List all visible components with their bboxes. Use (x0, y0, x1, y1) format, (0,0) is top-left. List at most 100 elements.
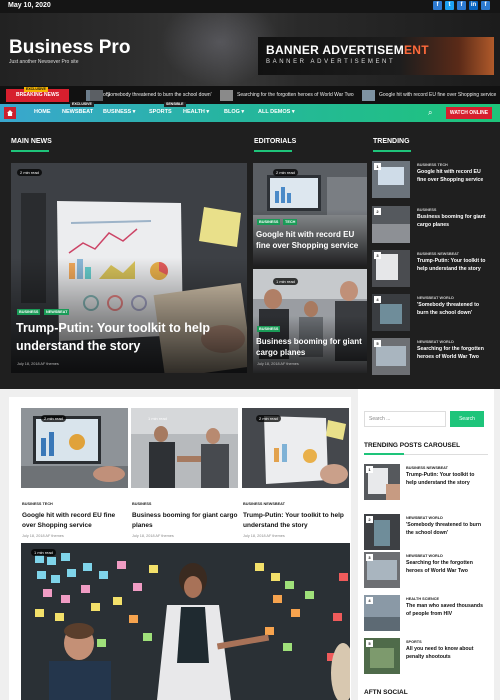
read-time-badge: 2 min read (256, 415, 281, 422)
post-meta: July 18, 2018 AF themes (22, 534, 64, 538)
nav-blog[interactable]: BLOG ▾ (224, 109, 244, 115)
post-meta: July 18, 2018 AF themes (243, 534, 285, 538)
content-area: 2 min read BUSINESS TECH Google hit with… (0, 389, 500, 700)
facebook-icon[interactable]: f (457, 1, 466, 10)
exclusive-badge: EXCLUSIVE (24, 87, 48, 92)
trending-headline[interactable]: Trump-Putin: Your toolkit to help unders… (417, 257, 490, 273)
banner-advertisement[interactable]: BANNER ADVERTISEMENT BANNER ADVERTISEMEN… (258, 37, 494, 75)
category-tag[interactable]: NEWSBEAT (44, 309, 70, 315)
trending-number: 4 (374, 296, 381, 303)
category-tag[interactable]: NEWSBEAT WORLD (417, 296, 454, 300)
breaking-thumbnail (220, 90, 233, 101)
trending-number: 5 (374, 340, 381, 347)
carousel-item[interactable]: 2 NEWSBEAT WORLD 'Somebody threatened to… (364, 514, 488, 554)
carousel-item[interactable]: 5 SPORTS All you need to know about pena… (364, 638, 488, 678)
category-tag[interactable]: BUSINESS (257, 219, 281, 225)
category-tag[interactable]: HEALTH SCIENCE (406, 597, 439, 601)
editorial-headline[interactable]: Business booming for giant cargo planes (256, 336, 366, 358)
breaking-item[interactable]: 'Somebody threatened to burn the school … (104, 90, 214, 101)
watch-online-button[interactable]: WATCH ONLINE (446, 107, 492, 119)
site-tagline: Just another Newsever Pro site (9, 59, 79, 65)
category-tag[interactable]: BUSINESS (132, 502, 151, 506)
carousel-number: 5 (366, 640, 373, 647)
carousel-number: 3 (366, 554, 373, 561)
read-time-badge: 1 min read (148, 416, 167, 421)
trending-headline[interactable]: Google hit with record EU fine over Shop… (417, 168, 490, 184)
category-tag[interactable]: BUSINESS TECH (417, 163, 448, 167)
sensible-badge: SENSIBLE (164, 102, 186, 107)
banner-headline: BANNER ADVERTISEMENT (266, 43, 429, 57)
carousel-item[interactable]: 1 BUSINESS NEWSBEAT Trump-Putin: Your to… (364, 464, 488, 504)
category-tag[interactable]: BUSINESS NEWSBEAT (417, 252, 459, 256)
featured-post-card[interactable]: 1 min read (21, 543, 350, 700)
main-news-card[interactable]: 2 min read BUSINESS NEWSBEAT Trump-Putin… (11, 163, 247, 373)
search-button[interactable]: Search (450, 411, 484, 427)
home-icon[interactable] (4, 107, 16, 119)
post-card[interactable]: 1 min read BUSINESS Business booming for… (131, 408, 238, 538)
twitter-icon[interactable]: t (445, 1, 454, 10)
carousel-headline[interactable]: Trump-Putin: Your toolkit to help unders… (406, 471, 486, 487)
exclusive-badge: EXCLUSIVE (70, 102, 94, 107)
carousel-item[interactable]: 4 HEALTH SCIENCE The man who saved thous… (364, 595, 488, 635)
carousel-title: TRENDING POSTS CAROUSEL (364, 442, 461, 449)
category-tag[interactable]: TECH (283, 219, 298, 225)
trending-headline[interactable]: Searching for the forgotten heroes of Wo… (417, 345, 490, 361)
editorial-headline[interactable]: Google hit with record EU fine over Shop… (256, 229, 366, 251)
category-tag[interactable]: BUSINESS TECH (22, 502, 53, 506)
carousel-headline[interactable]: 'Somebody threatened to burn the school … (406, 521, 486, 537)
title-underline (364, 453, 404, 455)
read-time-badge: 2 min read (17, 169, 42, 176)
nav-business[interactable]: BUSINESS ▾ (103, 109, 135, 115)
site-title[interactable]: Business Pro (9, 37, 130, 59)
category-tag[interactable]: BUSINESS NEWSBEAT (243, 502, 285, 506)
category-tag[interactable]: BUSINESS (257, 326, 281, 332)
social-title: AFTN SOCIAL (364, 689, 408, 696)
trending-item[interactable]: 1 BUSINESS TECH Google hit with record E… (372, 161, 490, 203)
trending-headline[interactable]: Business booming for giant cargo planes (417, 213, 490, 229)
post-meta: July 18, 2018 AF themes (257, 362, 299, 366)
carousel-number: 1 (366, 466, 373, 473)
trending-item[interactable]: 4 NEWSBEAT WORLD 'Somebody threatened to… (372, 294, 490, 336)
trending-number: 2 (374, 208, 381, 215)
nav-all-demos[interactable]: ALL DEMOS ▾ (258, 109, 295, 115)
breaking-thumbnail (362, 90, 375, 101)
main-news-headline[interactable]: Trump-Putin: Your toolkit to help unders… (16, 319, 246, 355)
featured-post-image (21, 543, 350, 700)
trending-item[interactable]: 3 BUSINESS NEWSBEAT Trump-Putin: Your to… (372, 250, 490, 292)
editorial-card[interactable]: 1 min read BUSINESS Business booming for… (253, 269, 367, 373)
category-tag[interactable]: BUSINESS NEWSBEAT (406, 466, 448, 470)
category-tag[interactable]: NEWSBEAT WORLD (406, 516, 443, 520)
post-image (21, 408, 128, 488)
carousel-headline[interactable]: All you need to know about penalty shoot… (406, 645, 486, 661)
nav-sports[interactable]: SPORTS (149, 109, 172, 115)
trending-headline[interactable]: 'Somebody threatened to burn the school … (417, 301, 490, 317)
facebook-icon[interactable]: f (481, 1, 490, 10)
post-title[interactable]: Trump-Putin: Your toolkit to help unders… (243, 511, 349, 531)
post-grid: 2 min read BUSINESS TECH Google hit with… (9, 397, 351, 700)
facebook-icon[interactable]: f (433, 1, 442, 10)
read-time-badge: 1 min read (273, 278, 298, 285)
category-tag[interactable]: BUSINESS (17, 309, 41, 315)
search-icon[interactable]: ⌕ (428, 108, 432, 118)
carousel-number: 4 (366, 597, 373, 604)
editorial-card[interactable]: 2 min read BUSINESS TECH Google hit with… (253, 163, 367, 266)
post-card[interactable]: 2 min read BUSINESS TECH Google hit with… (21, 408, 128, 538)
carousel-item[interactable]: 3 NEWSBEAT WORLD Searching for the forgo… (364, 552, 488, 592)
trending-item[interactable]: 5 NEWSBEAT WORLD Searching for the forgo… (372, 338, 490, 380)
nav-health[interactable]: HEALTH ▾ (183, 109, 209, 115)
carousel-headline[interactable]: Searching for the forgotten heroes of Wo… (406, 559, 486, 575)
category-tag[interactable]: NEWSBEAT WORLD (406, 554, 443, 558)
category-tag[interactable]: NEWSBEAT WORLD (417, 340, 454, 344)
linkedin-icon[interactable]: in (469, 1, 478, 10)
category-tag[interactable]: SPORTS (406, 640, 422, 644)
carousel-headline[interactable]: The man who saved thousands of people fr… (406, 602, 486, 618)
read-time-badge: 2 min read (273, 169, 298, 176)
trending-item[interactable]: 2 BUSINESS Business booming for giant ca… (372, 206, 490, 248)
post-title[interactable]: Business booming for giant cargo planes (132, 511, 238, 531)
post-card[interactable]: 2 min read BUSINESS NEWSBEAT Trump-Putin… (242, 408, 349, 538)
nav-home[interactable]: HOME (34, 109, 51, 115)
category-tag[interactable]: BUSINESS (417, 208, 436, 212)
search-input[interactable]: Search ... (364, 411, 446, 427)
post-title[interactable]: Google hit with record EU fine over Shop… (22, 511, 128, 531)
nav-newsbeat[interactable]: NEWSBEAT (62, 109, 93, 115)
